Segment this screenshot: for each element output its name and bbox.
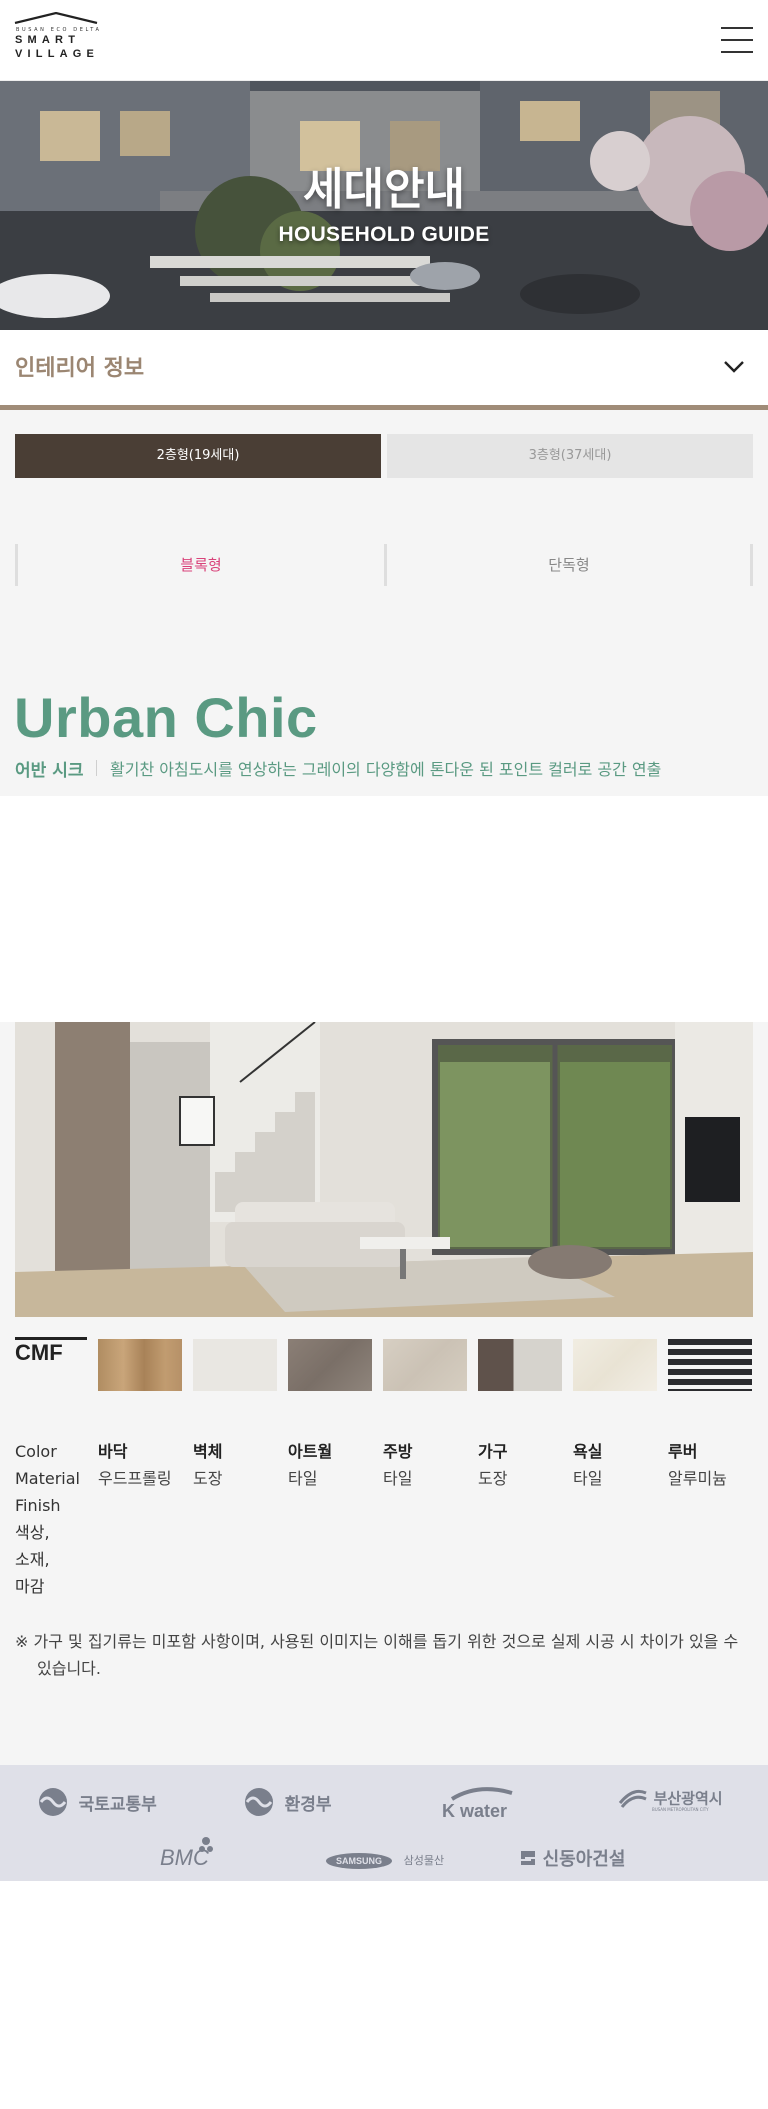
concept-description: 활기찬 아침도시를 연상하는 그레이의 다양함에 톤다운 된 포인트 컬러로 공…: [110, 760, 662, 779]
swatch-kitchen-tile: [383, 1339, 467, 1391]
living-room-image: [15, 1022, 753, 1317]
cmf-line-material: Material: [15, 1469, 80, 1488]
cmf-material: 타일: [288, 1469, 318, 1488]
cmf-area: 주방: [383, 1442, 413, 1461]
logo-molit[interactable]: 국토교통부: [37, 1786, 157, 1818]
logo-word-village: VILLAGE: [15, 48, 100, 60]
shindonga-s-icon: [521, 1851, 535, 1865]
type-detached[interactable]: 단독형: [386, 544, 752, 586]
cmf-material: 알루미늄: [668, 1469, 727, 1488]
swatch-furniture-paint: [478, 1339, 562, 1391]
kwater-swoosh-icon: [450, 1787, 513, 1801]
cmf-item-furniture: 가구 도장: [478, 1438, 568, 1492]
divider: [96, 760, 97, 776]
logo-me[interactable]: 환경부: [243, 1786, 332, 1818]
living-room-rendering: [15, 1022, 753, 1317]
section-title: 인테리어 정보: [15, 356, 145, 381]
busan-emblem-icon: [618, 1789, 647, 1808]
logo-kwater-text: K water: [442, 1801, 508, 1821]
house-type-selector: 블록형 단독형: [15, 544, 753, 586]
logo-busan-text: 부산광역시: [653, 1789, 723, 1808]
cmf-description: Color Material Finish 색상, 소재, 마감: [15, 1438, 85, 1600]
swatch-bath-tile: [573, 1339, 657, 1391]
korea-emblem-icon: [245, 1788, 273, 1816]
type-block[interactable]: 블록형: [18, 544, 384, 586]
cmf-material: 우드프롤링: [98, 1469, 172, 1488]
cmf-line-finish: Finish: [15, 1496, 61, 1515]
logo-me-text: 환경부: [284, 1794, 332, 1815]
cmf-area: 벽체: [193, 1442, 223, 1461]
swatch-floor-wood: [98, 1339, 182, 1391]
menu-line: [721, 51, 753, 53]
hamburger-menu-icon[interactable]: [721, 25, 753, 55]
swatch-louver-aluminum: [668, 1339, 752, 1391]
logo-kwater[interactable]: K water: [442, 1785, 514, 1825]
cmf-item-kitchen: 주방 타일: [383, 1438, 473, 1492]
swatch-artwall-tile: [288, 1339, 372, 1391]
hero-banner: 세대안내 HOUSEHOLD GUIDE: [0, 81, 768, 330]
logo-samsung-subtext: 삼성물산: [403, 1854, 445, 1867]
page-subtitle: HOUSEHOLD GUIDE: [278, 223, 490, 246]
chevron-down-icon[interactable]: [723, 360, 745, 374]
bmc-leaf-icon: [199, 1837, 213, 1852]
page-title: 세대안내: [303, 164, 465, 215]
logo-busan[interactable]: 부산광역시 BUSAN METROPOLITAN CITY: [618, 1785, 723, 1812]
logo-samsung[interactable]: SAMSUNG 삼성물산: [326, 1849, 444, 1869]
cmf-area: 욕실: [573, 1442, 603, 1461]
logo-molit-text: 국토교통부: [78, 1794, 157, 1815]
tab-3-floor[interactable]: 3층형(37세대): [387, 434, 753, 478]
menu-line: [721, 39, 753, 41]
cmf-item-floor: 바닥 우드프롤링: [98, 1438, 188, 1492]
cmf-line-color: Color: [15, 1442, 57, 1461]
cmf-line-ko-finish: 마감: [15, 1577, 45, 1596]
logo-tagline: BUSAN ECO DELTA: [16, 27, 102, 33]
roof-logo-icon: [14, 12, 98, 24]
cmf-line-ko-color: 색상,: [15, 1523, 50, 1542]
logo-word-smart: SMART: [15, 34, 81, 46]
logo-shindonga-text: 신동아건설: [542, 1849, 626, 1870]
logo-bmc[interactable]: BMC: [160, 1837, 213, 1871]
menu-line: [721, 27, 753, 29]
partner-logos: 국토교통부 환경부 K water 부산광역시 BUSAN METROPOLIT…: [0, 1765, 768, 1881]
logo-shindonga[interactable]: 신동아건설: [519, 1845, 625, 1871]
concept-korean-name: 어반 시크: [15, 761, 84, 781]
smart-village-logo[interactable]: BUSAN ECO DELTA SMART VILLAGE: [14, 12, 102, 68]
cmf-area: 바닥: [98, 1442, 128, 1461]
cmf-item-artwall: 아트월 타일: [288, 1438, 378, 1492]
logo-samsung-text: SAMSUNG: [326, 1853, 393, 1869]
cmf-item-louver: 루버 알루미늄: [668, 1438, 758, 1492]
cmf-material: 타일: [383, 1469, 413, 1488]
cmf-material: 도장: [478, 1469, 508, 1488]
logo-busan-subtext: BUSAN METROPOLITAN CITY: [652, 1807, 709, 1812]
swatch-wall-paint: [193, 1339, 277, 1391]
cmf-line-ko-material: 소재,: [15, 1550, 50, 1569]
cmf-item-bath: 욕실 타일: [573, 1438, 663, 1492]
cmf-label: CMF: [15, 1340, 63, 1365]
section-dropdown[interactable]: 인테리어 정보: [0, 330, 768, 410]
cmf-area: 가구: [478, 1442, 508, 1461]
cmf-item-wall: 벽체 도장: [193, 1438, 283, 1492]
concept-title: Urban Chic: [14, 686, 318, 749]
cmf-area: 루버: [668, 1442, 698, 1461]
disclaimer-notice: ※ 가구 및 집기류는 미포함 사항이며, 사용된 이미지는 이해를 돕기 위한…: [15, 1632, 739, 1678]
cmf-area: 아트월: [288, 1442, 333, 1461]
korea-emblem-icon: [39, 1788, 67, 1816]
cmf-material: 도장: [193, 1469, 223, 1488]
tab-2-floor[interactable]: 2층형(19세대): [15, 434, 381, 478]
site-header: BUSAN ECO DELTA SMART VILLAGE: [0, 0, 768, 81]
cmf-material: 타일: [573, 1469, 603, 1488]
